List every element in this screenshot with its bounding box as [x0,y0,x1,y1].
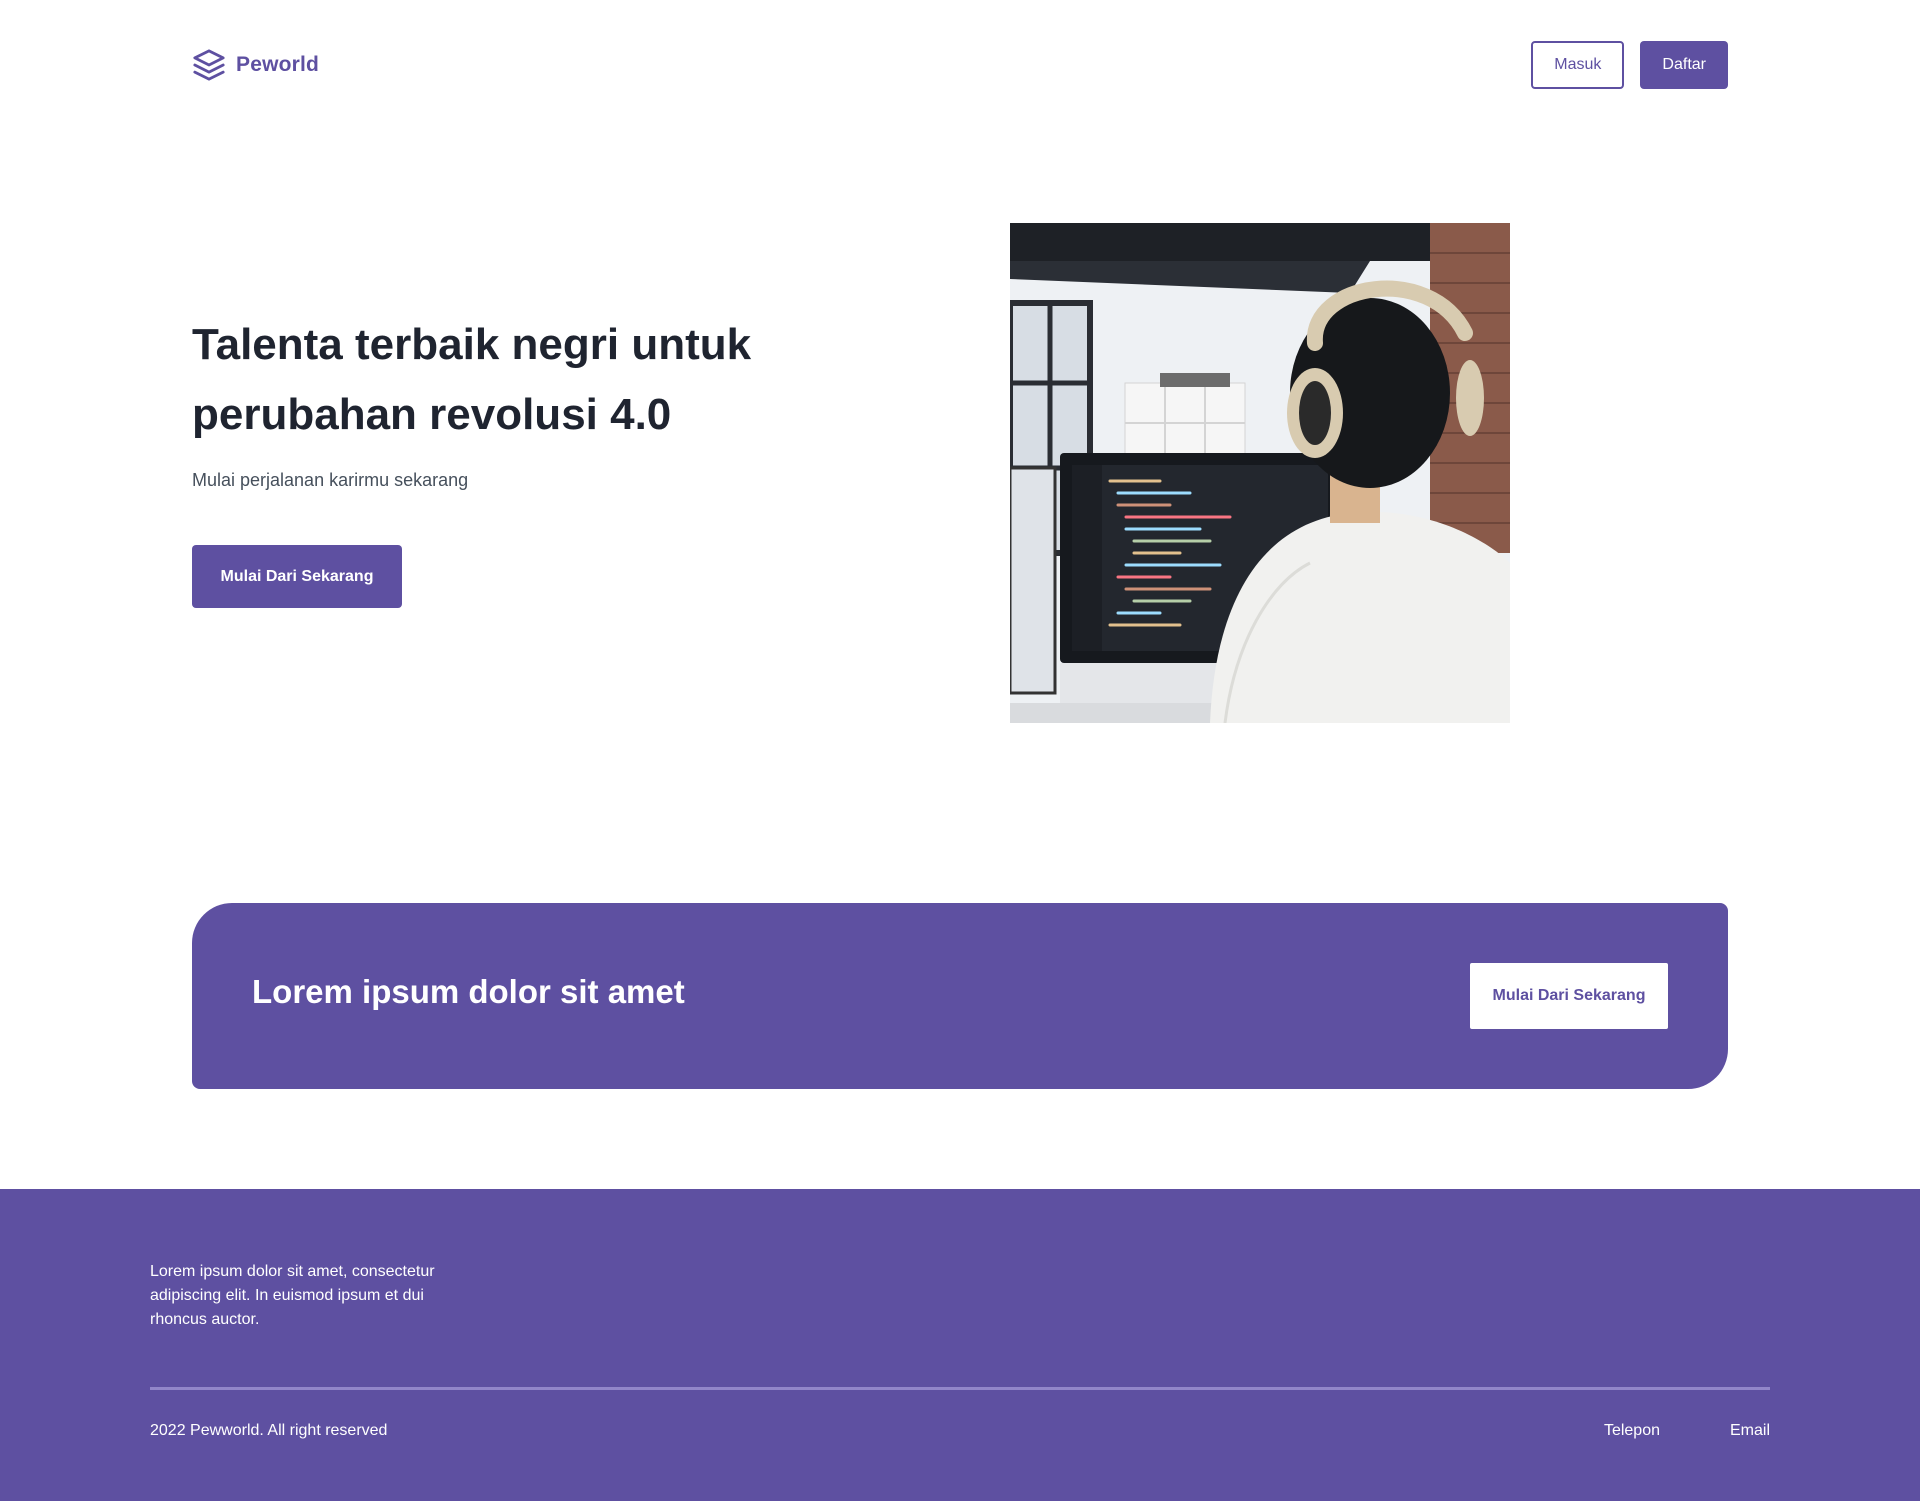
hero-title: Talenta terbaik negri untuk perubahan re… [192,320,752,439]
register-button[interactable]: Daftar [1640,41,1728,89]
footer-links: Telepon Email [1604,1422,1770,1440]
footer-link-email[interactable]: Email [1730,1422,1770,1440]
brand-logo[interactable]: Peworld [192,48,319,82]
footer-copyright: 2022 Pewworld. All right reserved [150,1422,388,1439]
footer-divider [150,1387,1770,1390]
footer-description: Lorem ipsum dolor sit amet, consectetur … [150,1263,435,1328]
cta-banner-title: Lorem ipsum dolor sit amet [252,973,685,1010]
hero-subtitle: Mulai perjalanan karirmu sekarang [192,470,469,490]
footer: Lorem ipsum dolor sit amet, consectetur … [0,1189,1920,1501]
programmer-illustration [1010,223,1510,723]
brand-name: Peworld [236,53,320,76]
hero-image [1010,223,1510,723]
cta-banner: Lorem ipsum dolor sit amet Mulai Dari Se… [192,903,1728,1089]
navbar: Peworld Masuk Daftar [192,40,1728,90]
login-button[interactable]: Masuk [1531,41,1625,89]
stack-layers-icon [192,48,226,82]
hero-start-button[interactable]: Mulai Dari Sekarang [192,545,402,608]
footer-link-telepon[interactable]: Telepon [1604,1422,1660,1440]
nav-actions: Masuk Daftar [1531,41,1728,89]
cta-banner-start-button[interactable]: Mulai Dari Sekarang [1470,963,1668,1029]
